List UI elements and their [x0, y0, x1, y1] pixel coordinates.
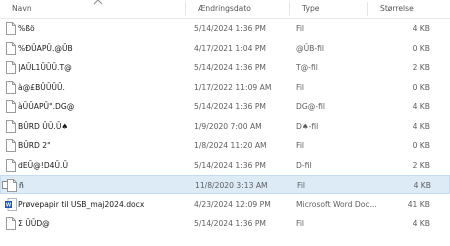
- file-icon-cell: [2, 117, 18, 136]
- generic-file-icon: [6, 41, 16, 55]
- file-icon-cell: [2, 97, 18, 116]
- file-name: Σ ŪŪD@: [18, 219, 50, 228]
- file-icon-cell: [2, 214, 18, 233]
- file-icon-cell: [2, 19, 18, 38]
- file-modified-date: 4/23/2024 12:09 PM: [194, 199, 271, 209]
- file-icon-cell: [2, 58, 18, 77]
- file-name: BŪRD ŪŪ.Ū♠: [18, 121, 69, 131]
- file-modified-date: 5/14/2024 1:36 PM: [194, 63, 266, 72]
- generic-file-icon: [6, 217, 16, 230]
- file-modified-date: 4/17/2021 1:04 PM: [194, 43, 266, 53]
- file-modified-date: 5/14/2024 1:36 PM: [194, 160, 266, 170]
- file-icon-cell: W: [2, 195, 18, 214]
- file-row[interactable]: ñ 11/8/2020 3:13 AM Fil 4 KB: [0, 175, 450, 194]
- file-icon-cell: [2, 39, 18, 58]
- file-explorer-list: Navn Ændringsdato Type Størrelse %ßö 5/14…: [0, 0, 450, 246]
- file-size: 4 KB: [412, 102, 430, 111]
- column-header-type[interactable]: Type: [290, 0, 368, 18]
- file-name: |AŪL1ŪŪŪ.T@: [18, 63, 72, 72]
- sort-ascending-caret-icon: [93, 0, 103, 5]
- generic-file-icon: [6, 100, 16, 113]
- file-row[interactable]: %ĐŪAPŪ.@ŪB 4/17/2021 1:04 PM @ŪB-fil 0 KB: [0, 39, 450, 58]
- word-document-icon: W: [5, 197, 17, 211]
- file-size: 0 KB: [412, 141, 430, 150]
- file-modified-date: 5/14/2024 1:36 PM: [194, 102, 266, 111]
- file-size: 4 KB: [412, 24, 430, 33]
- file-name: %ĐŪAPŪ.@ŪB: [18, 43, 73, 53]
- column-header-modified-label: Ændringsdato: [198, 4, 251, 13]
- column-header-bar: Navn Ændringsdato Type Størrelse: [0, 0, 450, 19]
- column-header-modified[interactable]: Ændringsdato: [186, 0, 290, 18]
- file-icon-cell: [2, 78, 18, 97]
- file-name: BŪRD 2": [18, 141, 51, 150]
- file-size: 2 KB: [412, 160, 430, 170]
- file-size: 41 KB: [407, 199, 430, 209]
- file-modified-date: 1/9/2020 7:00 AM: [194, 121, 262, 131]
- column-header-size[interactable]: Størrelse: [368, 0, 450, 18]
- file-modified-date: 1/17/2022 11:09 AM: [194, 82, 272, 92]
- file-size: 2 KB: [412, 63, 430, 72]
- column-header-name[interactable]: Navn: [0, 0, 186, 18]
- generic-file-icon: [6, 22, 16, 35]
- generic-file-icon: [7, 179, 17, 192]
- file-row[interactable]: W Prøvepapir til USB_maj2024.docx 4/23/202…: [0, 195, 450, 214]
- file-modified-date: 11/8/2020 3:13 AM: [195, 181, 268, 190]
- generic-file-icon: [6, 61, 16, 74]
- file-row[interactable]: |AŪL1ŪŪŪ.T@ 5/14/2024 1:36 PM T@-fil 2 KB: [0, 58, 450, 77]
- file-name: dEŪ@!D4Ū.Ū: [18, 160, 69, 170]
- column-header-type-label: Type: [302, 4, 320, 13]
- file-row[interactable]: àŪŪAPŪ".DG@ 5/14/2024 1:36 PM DG@-fil 4 KB: [0, 97, 450, 116]
- file-size: 4 KB: [412, 121, 430, 131]
- generic-file-icon: [6, 158, 16, 172]
- file-size: 0 KB: [412, 43, 430, 53]
- file-name: ñ: [19, 181, 24, 190]
- column-header-name-label: Navn: [12, 4, 32, 13]
- file-modified-date: 5/14/2024 1:36 PM: [194, 24, 266, 33]
- file-row[interactable]: à@£BŪŪŪŪ. 1/17/2022 11:09 AM Fil 0 KB: [0, 78, 450, 97]
- file-row[interactable]: dEŪ@!D4Ū.Ū 5/14/2024 1:36 PM D-fil 2 KB: [0, 156, 450, 175]
- file-icon-cell: [2, 136, 18, 155]
- generic-file-icon: [6, 119, 16, 133]
- file-name: Prøvepapir til USB_maj2024.docx: [18, 199, 145, 209]
- file-size: 4 KB: [412, 219, 430, 228]
- file-icon-cell: [2, 156, 18, 175]
- file-size: 4 KB: [413, 181, 431, 190]
- file-name: à@£BŪŪŪŪ.: [18, 82, 65, 92]
- file-icon-cell: [3, 176, 19, 195]
- file-row[interactable]: %ßö 5/14/2024 1:36 PM Fil 4 KB: [0, 19, 450, 38]
- file-row[interactable]: BŪRD ŪŪ.Ū♠ 1/9/2020 7:00 AM D♠-fil 4 KB: [0, 117, 450, 136]
- file-name: àŪŪAPŪ".DG@: [18, 102, 75, 111]
- column-header-size-label: Størrelse: [380, 4, 414, 13]
- file-modified-date: 5/14/2024 1:36 PM: [194, 219, 266, 228]
- generic-file-icon: [6, 80, 16, 94]
- file-size: 0 KB: [412, 82, 430, 92]
- file-name: %ßö: [18, 24, 35, 33]
- file-row[interactable]: BŪRD 2" 1/8/2024 11:20 AM Fil 0 KB: [0, 136, 450, 155]
- file-modified-date: 1/8/2024 11:20 AM: [194, 141, 267, 150]
- svg-text:W: W: [6, 202, 12, 208]
- file-row[interactable]: Σ ŪŪD@ 5/14/2024 1:36 PM Fil 4 KB: [0, 214, 450, 233]
- generic-file-icon: [6, 139, 16, 152]
